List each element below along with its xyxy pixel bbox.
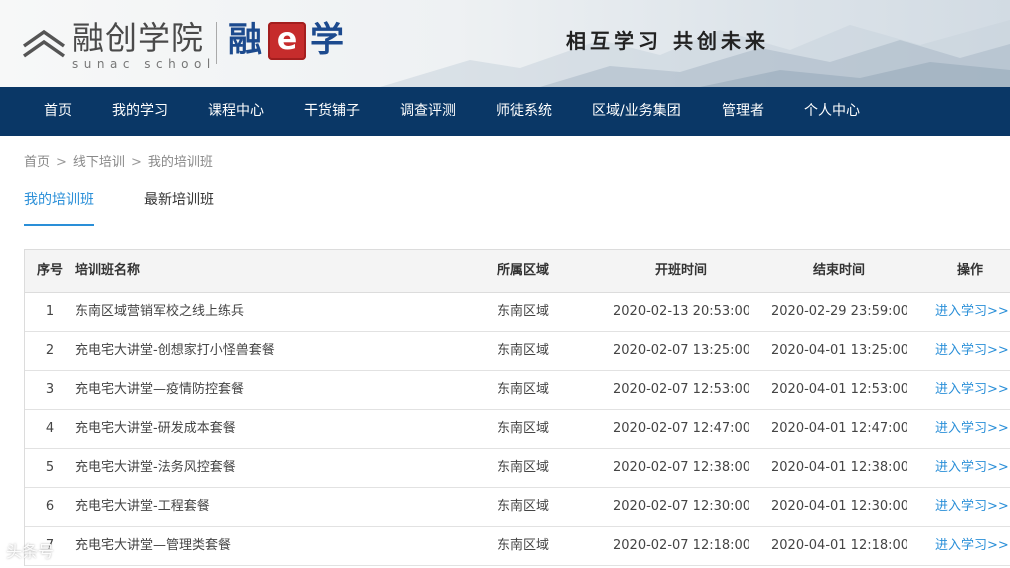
cell-start-time: 2020-02-07 13:25:00 — [613, 343, 749, 358]
cell-name: 充电宅大讲堂—管理类套餐 — [75, 538, 232, 553]
cell-no: 2 — [45, 343, 55, 358]
nav-item-course-center[interactable]: 课程中心 — [208, 87, 264, 136]
nav-item-personal-center[interactable]: 个人中心 — [804, 87, 860, 136]
enter-study-link[interactable]: 进入学习>> — [935, 332, 1010, 370]
main-nav: 首页 我的学习 课程中心 干货铺子 调查评测 师徒系统 区域/业务集团 管理者 … — [0, 87, 1010, 136]
enter-study-link[interactable]: 进入学习>> — [935, 488, 1010, 526]
tab-my-classes[interactable]: 我的培训班 — [24, 186, 94, 226]
enter-study-link[interactable]: 进入学习>> — [935, 371, 1010, 409]
cell-region: 东南区域 — [497, 499, 550, 514]
nav-item-my-learning[interactable]: 我的学习 — [112, 87, 168, 136]
breadcrumb-home[interactable]: 首页 — [24, 151, 50, 170]
brand-e-badge: e — [268, 22, 306, 60]
cell-region: 东南区域 — [497, 382, 550, 397]
cell-start-time: 2020-02-07 12:47:00 — [613, 421, 749, 436]
table-row: 1 东南区域营销军校之线上练兵 东南区域 2020-02-13 20:53:00… — [25, 293, 1010, 332]
breadcrumb: 首页 > 线下培训 > 我的培训班 — [24, 151, 213, 171]
watermark-text: 头条号 — [6, 542, 55, 561]
breadcrumb-current: 我的培训班 — [147, 155, 213, 170]
cell-region: 东南区域 — [497, 421, 550, 436]
cell-name: 充电宅大讲堂-研发成本套餐 — [75, 421, 236, 436]
nav-item-mentorship[interactable]: 师徒系统 — [496, 87, 552, 136]
cell-region: 东南区域 — [497, 343, 550, 358]
cell-start-time: 2020-02-07 12:53:00 — [613, 382, 749, 397]
cell-no: 6 — [45, 499, 55, 514]
table-row: 3 充电宅大讲堂—疫情防控套餐 东南区域 2020-02-07 12:53:00… — [25, 371, 1010, 410]
cell-name: 充电宅大讲堂-法务风控套餐 — [75, 460, 236, 475]
cell-no: 3 — [45, 382, 55, 397]
cell-name: 充电宅大讲堂-创想家打小怪兽套餐 — [75, 343, 275, 358]
cell-end-time: 2020-04-01 12:30:00 — [771, 499, 907, 514]
tab-latest-classes[interactable]: 最新培训班 — [144, 186, 214, 224]
nav-item-region-group[interactable]: 区域/业务集团 — [592, 87, 681, 136]
enter-study-link[interactable]: 进入学习>> — [935, 449, 1010, 487]
sunac-logo-icon — [22, 29, 66, 58]
table-row: 4 充电宅大讲堂-研发成本套餐 东南区域 2020-02-07 12:47:00… — [25, 410, 1010, 449]
cell-name: 东南区域营销军校之线上练兵 — [75, 304, 245, 319]
nav-item-home[interactable]: 首页 — [44, 87, 72, 136]
logo-chinese-name[interactable]: 融创学院 — [72, 20, 204, 56]
table-row: 5 充电宅大讲堂-法务风控套餐 东南区域 2020-02-07 12:38:00… — [25, 449, 1010, 488]
training-class-table: 序号 培训班名称 所属区域 开班时间 结束时间 操作 1 东南区域营销军校之线上… — [24, 249, 1010, 566]
cell-end-time: 2020-02-29 23:59:00 — [771, 304, 907, 319]
table-header: 序号 培训班名称 所属区域 开班时间 结束时间 操作 — [25, 250, 1010, 293]
enter-study-link[interactable]: 进入学习>> — [935, 410, 1010, 448]
table-row: 2 充电宅大讲堂-创想家打小怪兽套餐 东南区域 2020-02-07 13:25… — [25, 332, 1010, 371]
nav-item-manager[interactable]: 管理者 — [722, 87, 764, 136]
header-slogan: 相互学习 共创未来 — [566, 29, 769, 53]
col-header-region: 所属区域 — [497, 263, 550, 278]
cell-start-time: 2020-02-07 12:18:00 — [613, 538, 749, 553]
cell-no: 5 — [45, 460, 55, 475]
table-row: 7 充电宅大讲堂—管理类套餐 东南区域 2020-02-07 12:18:00 … — [25, 527, 1010, 566]
logo-english-name: sunac school — [72, 57, 216, 71]
logo-divider — [216, 22, 217, 64]
breadcrumb-offline-training[interactable]: 线下培训 — [73, 151, 125, 170]
cell-no: 1 — [45, 304, 55, 319]
col-header-start: 开班时间 — [654, 263, 707, 278]
site-header: 融创学院 sunac school 融 e 学 相互学习 共创未来 — [0, 0, 1010, 87]
nav-item-resources[interactable]: 干货铺子 — [304, 87, 360, 136]
brand-char-right: 学 — [310, 20, 344, 60]
cell-no: 4 — [45, 421, 55, 436]
enter-study-link[interactable]: 进入学习>> — [935, 293, 1010, 331]
brand-char-left: 融 — [228, 20, 262, 60]
cell-region: 东南区域 — [497, 460, 550, 475]
cell-end-time: 2020-04-01 12:18:00 — [771, 538, 907, 553]
nav-item-survey[interactable]: 调查评测 — [400, 87, 456, 136]
cell-region: 东南区域 — [497, 538, 550, 553]
col-header-no: 序号 — [36, 263, 63, 278]
table-row: 6 充电宅大讲堂-工程套餐 东南区域 2020-02-07 12:30:00 2… — [25, 488, 1010, 527]
cell-name: 充电宅大讲堂-工程套餐 — [75, 499, 210, 514]
breadcrumb-separator: > — [130, 155, 142, 170]
cell-region: 东南区域 — [497, 304, 550, 319]
col-header-op: 操作 — [957, 263, 984, 278]
cell-end-time: 2020-04-01 12:38:00 — [771, 460, 907, 475]
col-header-name: 培训班名称 — [75, 263, 141, 278]
cell-end-time: 2020-04-01 12:47:00 — [771, 421, 907, 436]
cell-start-time: 2020-02-13 20:53:00 — [613, 304, 749, 319]
col-header-end: 结束时间 — [812, 263, 865, 278]
enter-study-link[interactable]: 进入学习>> — [935, 527, 1010, 565]
breadcrumb-separator: > — [56, 155, 67, 170]
cell-start-time: 2020-02-07 12:38:00 — [613, 460, 749, 475]
cell-start-time: 2020-02-07 12:30:00 — [613, 499, 749, 514]
cell-end-time: 2020-04-01 13:25:00 — [771, 343, 907, 358]
cell-name: 充电宅大讲堂—疫情防控套餐 — [75, 382, 245, 397]
cell-end-time: 2020-04-01 12:53:00 — [771, 382, 907, 397]
